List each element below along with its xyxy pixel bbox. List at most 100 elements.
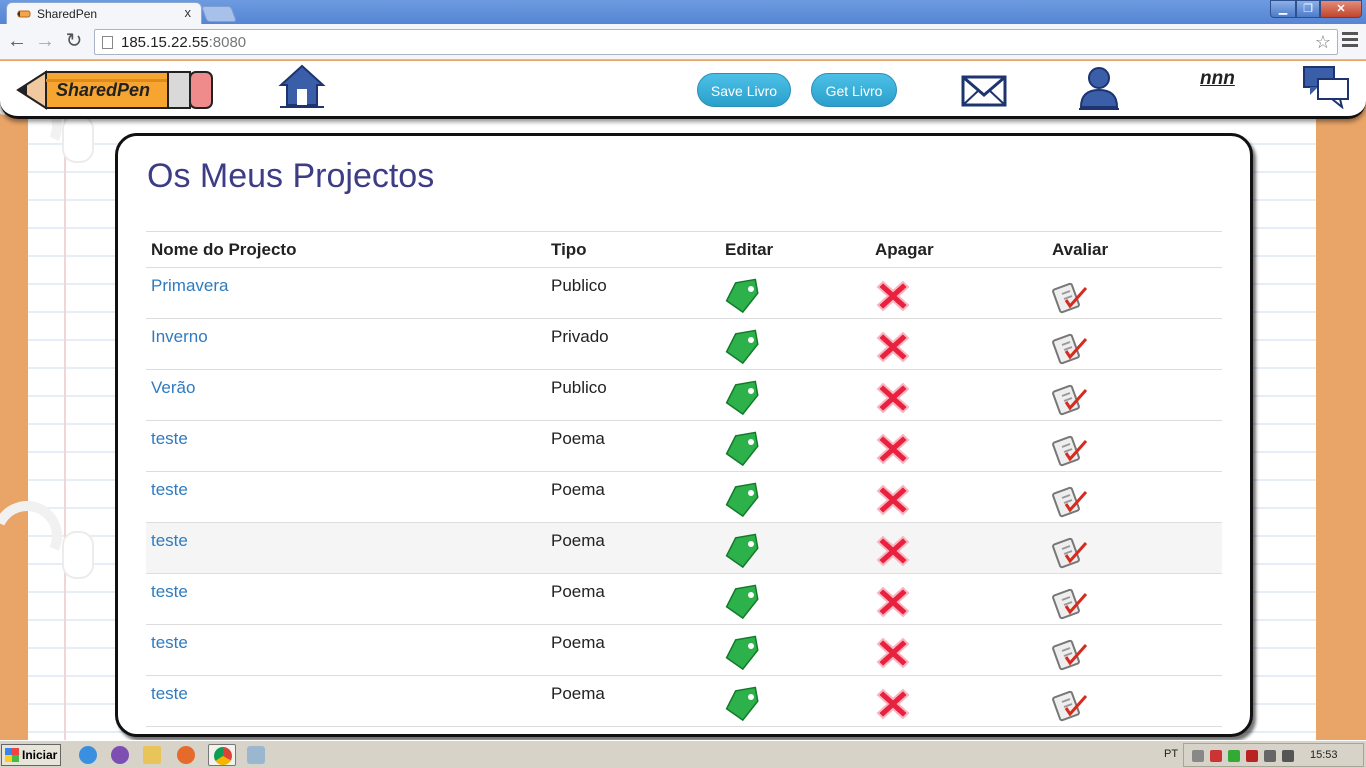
logo-text: SharedPen bbox=[56, 80, 151, 100]
language-indicator[interactable]: PT bbox=[1164, 748, 1178, 760]
rate-checklist-icon[interactable] bbox=[1052, 635, 1088, 671]
project-type: Poema bbox=[551, 684, 605, 703]
rate-checklist-icon[interactable] bbox=[1052, 686, 1088, 722]
windows-flag-icon bbox=[5, 748, 19, 762]
folder-icon bbox=[143, 746, 161, 764]
edit-tag-icon[interactable] bbox=[724, 329, 760, 365]
edit-tag-icon[interactable] bbox=[724, 380, 760, 416]
taskbar-ie-button[interactable] bbox=[74, 744, 102, 766]
save-livro-button[interactable]: Save Livro bbox=[697, 73, 791, 107]
rate-checklist-icon[interactable] bbox=[1052, 533, 1088, 569]
table-row: Inverno Privado bbox=[146, 319, 1222, 370]
delete-x-icon[interactable] bbox=[875, 635, 911, 671]
project-name-link[interactable]: teste bbox=[151, 429, 188, 449]
table-row: Primavera Publico bbox=[146, 268, 1222, 319]
browser-menu-icon[interactable] bbox=[1342, 32, 1358, 50]
tab-close-icon[interactable]: x bbox=[185, 5, 192, 20]
project-type: Poema bbox=[551, 531, 605, 550]
column-header-edit: Editar bbox=[725, 240, 774, 259]
delete-x-icon[interactable] bbox=[875, 380, 911, 416]
delete-x-icon[interactable] bbox=[875, 533, 911, 569]
column-header-type: Tipo bbox=[551, 240, 587, 259]
get-livro-button[interactable]: Get Livro bbox=[811, 73, 897, 107]
project-name-link[interactable]: teste bbox=[151, 684, 188, 704]
rate-checklist-icon[interactable] bbox=[1052, 329, 1088, 365]
delete-x-icon[interactable] bbox=[875, 584, 911, 620]
forward-arrow-icon[interactable]: → bbox=[34, 30, 56, 52]
binder-hole bbox=[62, 115, 94, 163]
rate-checklist-icon[interactable] bbox=[1052, 482, 1088, 518]
table-row: Verão Publico bbox=[146, 370, 1222, 421]
rate-checklist-icon[interactable] bbox=[1052, 431, 1088, 467]
project-name-link[interactable]: teste bbox=[151, 480, 188, 500]
table-row: teste Poema bbox=[146, 421, 1222, 472]
project-name-link[interactable]: teste bbox=[151, 582, 188, 602]
username-link[interactable]: nnn bbox=[1200, 68, 1235, 90]
column-header-delete: Apagar bbox=[875, 240, 934, 259]
window-maximize-button[interactable]: ❐ bbox=[1296, 0, 1320, 18]
rate-checklist-icon[interactable] bbox=[1052, 380, 1088, 416]
edit-tag-icon[interactable] bbox=[724, 584, 760, 620]
app-icon bbox=[247, 746, 265, 764]
back-arrow-icon[interactable]: ← bbox=[6, 30, 28, 52]
project-type: Publico bbox=[551, 276, 607, 295]
table-body: Primavera Publico Inverno Privado Verão Publi… bbox=[146, 268, 1222, 727]
volume-icon[interactable] bbox=[1282, 750, 1294, 762]
url-text: 185.15.22.55:8080 bbox=[121, 34, 246, 51]
edit-tag-icon[interactable] bbox=[724, 278, 760, 314]
delete-x-icon[interactable] bbox=[875, 278, 911, 314]
tray-arrow-icon[interactable] bbox=[1192, 750, 1204, 762]
delete-x-icon[interactable] bbox=[875, 431, 911, 467]
firefox-icon bbox=[177, 746, 195, 764]
edit-tag-icon[interactable] bbox=[724, 482, 760, 518]
tray-alert-icon[interactable] bbox=[1246, 750, 1258, 762]
project-type: Poema bbox=[551, 582, 605, 601]
reload-icon[interactable]: ↻ bbox=[63, 30, 85, 52]
project-name-link[interactable]: Inverno bbox=[151, 327, 208, 347]
binder-hole bbox=[62, 531, 94, 579]
new-tab-button[interactable] bbox=[201, 6, 237, 22]
chat-bubbles-icon[interactable] bbox=[1302, 65, 1352, 109]
edit-tag-icon[interactable] bbox=[724, 533, 760, 569]
chrome-icon bbox=[214, 747, 232, 765]
taskbar-app-button[interactable] bbox=[242, 744, 270, 766]
browser-toolbar: ← → ↻ 185.15.22.55:8080 ☆ bbox=[0, 24, 1366, 60]
browser-tab[interactable]: SharedPen x bbox=[6, 2, 202, 24]
taskbar-chrome-button[interactable] bbox=[208, 744, 236, 766]
project-name-link[interactable]: teste bbox=[151, 531, 188, 551]
window-close-button[interactable]: ✕ bbox=[1320, 0, 1362, 18]
sharedpen-favicon-icon bbox=[17, 10, 31, 18]
table-row: teste Poema bbox=[146, 676, 1222, 727]
tray-security-icon[interactable] bbox=[1210, 750, 1222, 762]
tray-app-icon[interactable] bbox=[1228, 750, 1240, 762]
delete-x-icon[interactable] bbox=[875, 329, 911, 365]
start-button[interactable]: Iniciar bbox=[1, 744, 61, 766]
edit-tag-icon[interactable] bbox=[724, 635, 760, 671]
column-header-rate: Avaliar bbox=[1052, 240, 1109, 259]
edit-tag-icon[interactable] bbox=[724, 431, 760, 467]
sharedpen-logo[interactable]: SharedPen bbox=[16, 66, 216, 114]
taskbar-explorer-button[interactable] bbox=[138, 744, 166, 766]
tab-title: SharedPen bbox=[37, 7, 98, 21]
window-minimize-button[interactable]: ▁ bbox=[1270, 0, 1296, 18]
bookmark-star-icon[interactable]: ☆ bbox=[1315, 32, 1331, 53]
table-header: Nome do Projecto Tipo Editar Apagar Aval… bbox=[146, 232, 1222, 268]
edit-tag-icon[interactable] bbox=[724, 686, 760, 722]
project-name-link[interactable]: teste bbox=[151, 633, 188, 653]
user-profile-icon[interactable] bbox=[1076, 65, 1122, 111]
address-bar[interactable]: 185.15.22.55:8080 ☆ bbox=[94, 29, 1338, 55]
mail-envelope-icon[interactable] bbox=[961, 73, 1007, 109]
taskbar-viber-button[interactable] bbox=[106, 744, 134, 766]
network-signal-icon[interactable] bbox=[1264, 750, 1276, 762]
clock: 15:53 bbox=[1310, 749, 1338, 761]
project-name-link[interactable]: Primavera bbox=[151, 276, 228, 296]
project-type: Poema bbox=[551, 633, 605, 652]
rate-checklist-icon[interactable] bbox=[1052, 584, 1088, 620]
taskbar-firefox-button[interactable] bbox=[172, 744, 200, 766]
os-taskbar: Iniciar PT 15:53 bbox=[0, 740, 1366, 768]
project-name-link[interactable]: Verão bbox=[151, 378, 195, 398]
rate-checklist-icon[interactable] bbox=[1052, 278, 1088, 314]
home-icon[interactable] bbox=[278, 63, 326, 109]
delete-x-icon[interactable] bbox=[875, 482, 911, 518]
delete-x-icon[interactable] bbox=[875, 686, 911, 722]
